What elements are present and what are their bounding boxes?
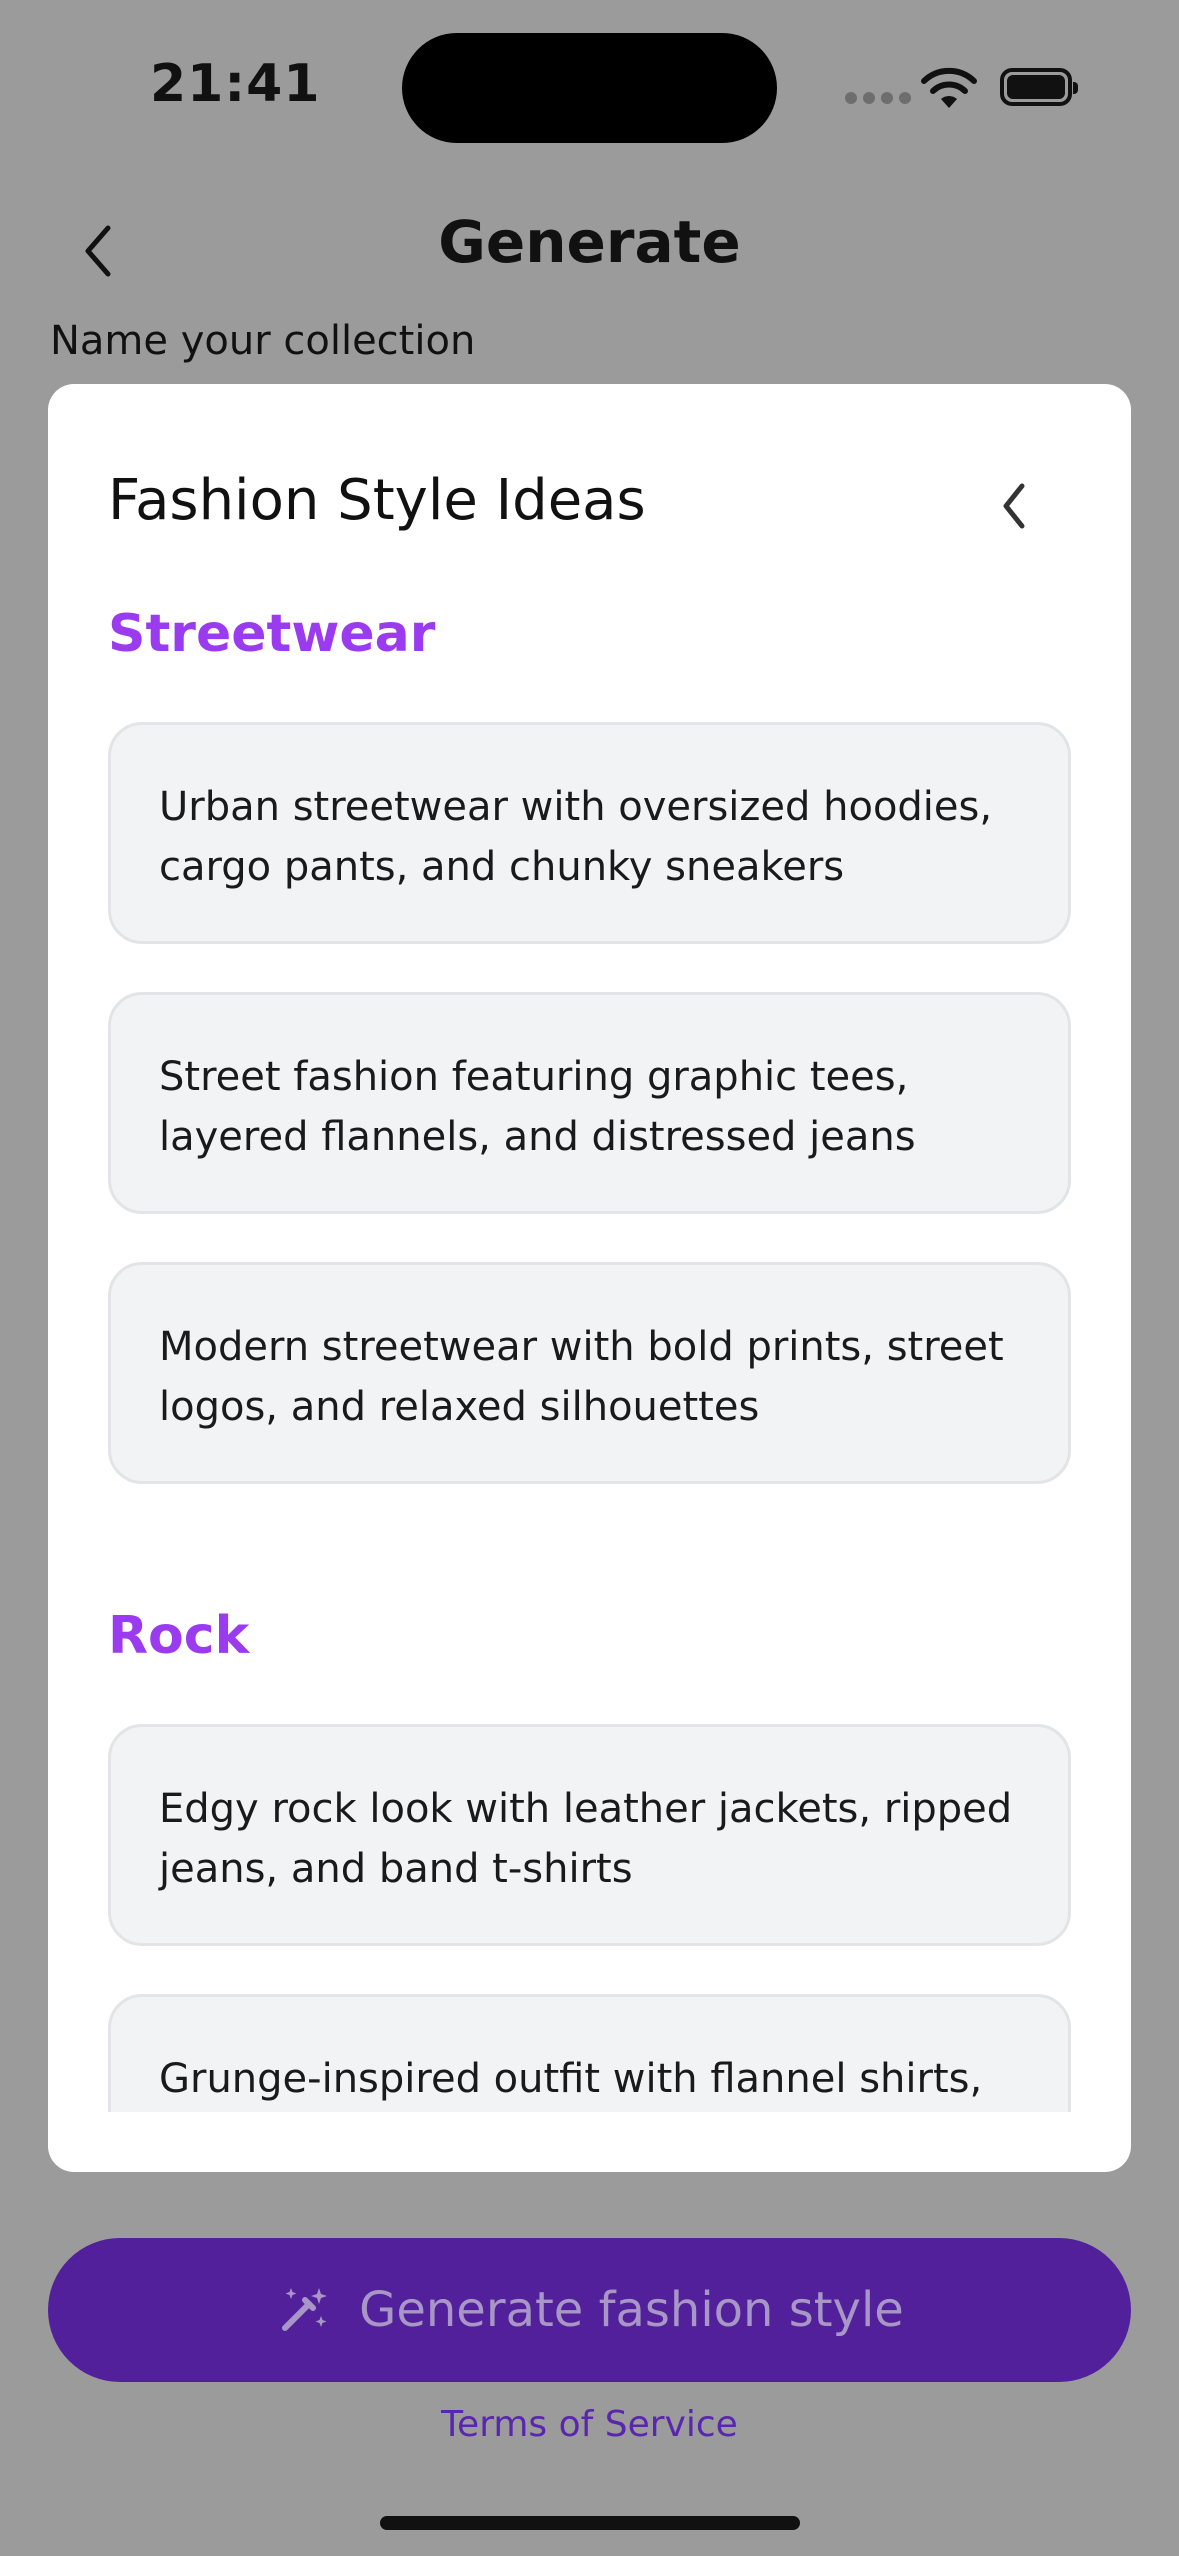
generate-button-label: Generate fashion style <box>359 2282 904 2338</box>
idea-card[interactable]: Edgy rock look with leather jackets, rip… <box>108 1724 1071 1946</box>
chevron-left-icon[interactable] <box>988 476 1038 536</box>
page-title: Generate <box>438 208 741 276</box>
idea-text: Street fashion featuring graphic tees, l… <box>159 1054 916 1160</box>
magic-wand-icon <box>282 2288 328 2331</box>
idea-card[interactable]: Modern streetwear with bold prints, stre… <box>108 1262 1071 1484</box>
dynamic-island <box>402 33 777 143</box>
idea-card[interactable]: Urban streetwear with oversized hoodies,… <box>108 722 1071 944</box>
section-title-rock: Rock <box>108 1606 250 1666</box>
idea-card[interactable]: Grunge-inspired outfit with flannel shir… <box>108 1994 1071 2112</box>
sheet-title: Fashion Style Ideas <box>108 468 646 533</box>
collection-name-label: Name your collection <box>50 318 476 364</box>
cellular-signal-icon <box>845 92 911 104</box>
battery-icon <box>1000 68 1078 106</box>
status-time: 21:41 <box>150 54 321 114</box>
idea-card[interactable]: Street fashion featuring graphic tees, l… <box>108 992 1071 1214</box>
screen: 21:41 Generate Name your collection Fash… <box>0 0 1179 2556</box>
idea-text: Urban streetwear with oversized hoodies,… <box>159 784 993 890</box>
ideas-scroll-area[interactable]: Streetwear Urban streetwear with oversiz… <box>48 604 1131 2112</box>
idea-text: Grunge-inspired outfit with flannel shir… <box>159 2056 983 2102</box>
home-indicator[interactable] <box>380 2516 800 2530</box>
wifi-icon <box>921 67 977 108</box>
idea-text: Edgy rock look with leather jackets, rip… <box>159 1786 1013 1892</box>
generate-fashion-style-button[interactable]: Generate fashion style <box>48 2238 1131 2382</box>
terms-of-service-link[interactable]: Terms of Service <box>0 2404 1179 2445</box>
idea-text: Modern streetwear with bold prints, stre… <box>159 1324 1004 1430</box>
fashion-style-ideas-sheet: Fashion Style Ideas Streetwear Urban str… <box>48 384 1131 2172</box>
section-title-streetwear: Streetwear <box>108 604 436 664</box>
